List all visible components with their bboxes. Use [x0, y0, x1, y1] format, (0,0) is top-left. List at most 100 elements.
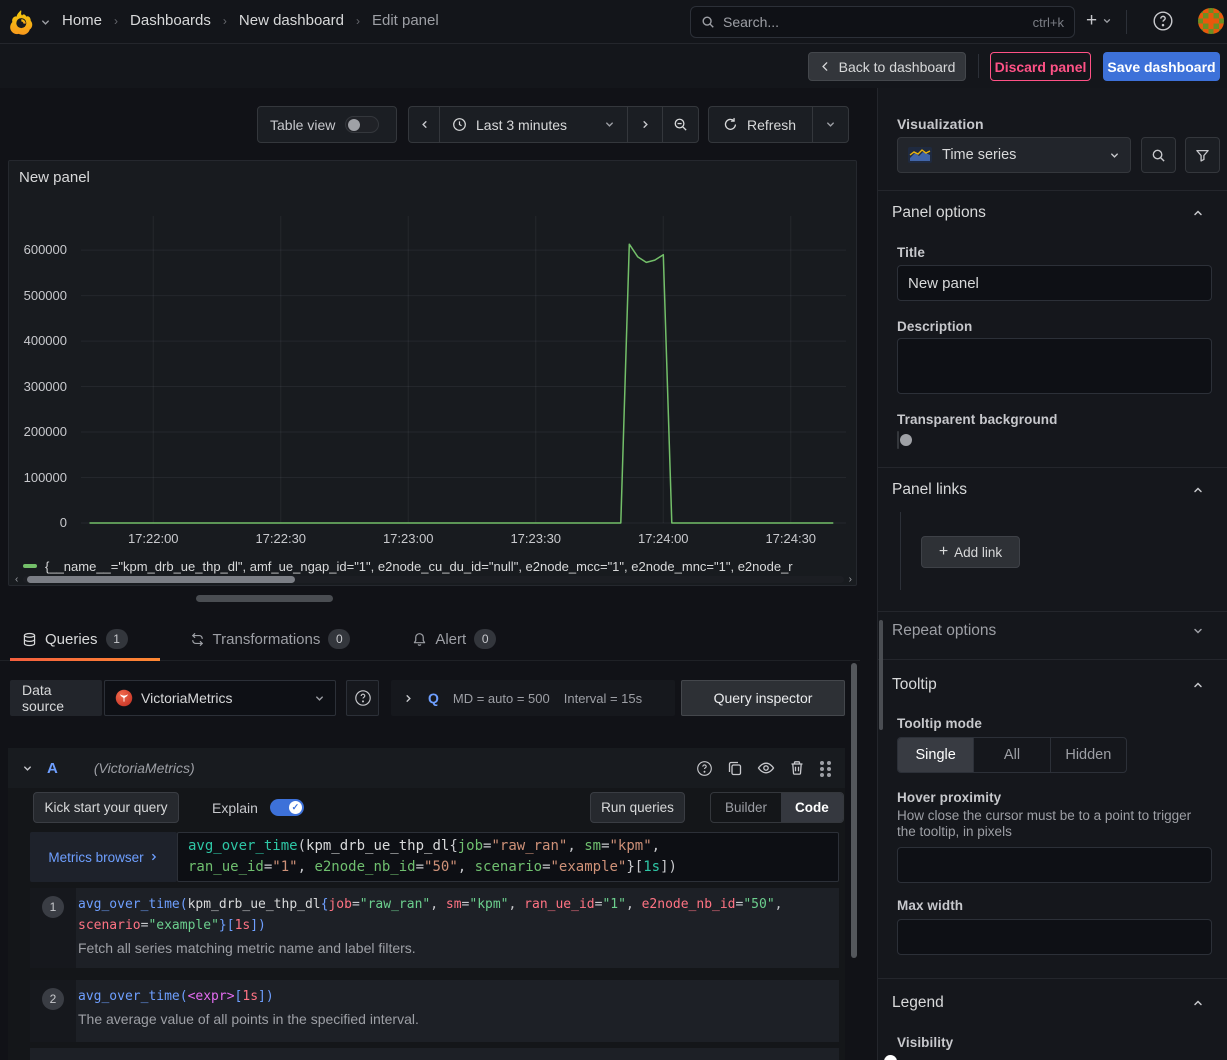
- run-queries-button[interactable]: Run queries: [590, 792, 685, 823]
- builder-option[interactable]: Builder: [711, 793, 781, 822]
- tab-transformations[interactable]: Transformations 0: [178, 618, 363, 660]
- save-dashboard-button[interactable]: Save dashboard: [1103, 52, 1220, 81]
- trash-icon[interactable]: [789, 760, 805, 776]
- time-shift-back-button[interactable]: [408, 106, 439, 143]
- panel-links-header[interactable]: Panel links: [892, 481, 967, 499]
- chevron-down-icon[interactable]: [40, 17, 51, 28]
- plus-icon: +: [939, 545, 948, 559]
- clock-icon: [452, 117, 467, 132]
- tooltip-header[interactable]: Tooltip: [892, 676, 937, 694]
- query-ref-id[interactable]: A: [47, 760, 58, 777]
- search-input[interactable]: [723, 14, 1025, 30]
- breadcrumb-edit-panel: Edit panel: [372, 12, 439, 29]
- editor-tabs: Queries 1 Transformations 0 Alert 0: [0, 618, 860, 661]
- refresh-interval-dropdown[interactable]: [812, 106, 849, 143]
- query-help-icon[interactable]: [696, 760, 713, 777]
- avatar[interactable]: [1198, 8, 1224, 34]
- scroll-right-icon[interactable]: ›: [849, 574, 852, 585]
- legend-header[interactable]: Legend: [892, 994, 944, 1012]
- scrollbar-thumb[interactable]: [879, 620, 883, 730]
- next-row-partial: [30, 1048, 839, 1060]
- title-label: Title: [897, 245, 925, 260]
- tooltip-mode-hidden[interactable]: Hidden: [1051, 738, 1126, 772]
- panel-preview[interactable]: New panel 010000020000030000040000050000…: [8, 160, 857, 586]
- query-row-header[interactable]: A (VictoriaMetrics): [8, 748, 845, 788]
- search-options-button[interactable]: [1141, 137, 1176, 173]
- visualization-picker[interactable]: Time series: [897, 137, 1131, 173]
- panel-description-input[interactable]: [897, 338, 1212, 394]
- chevron-up-icon[interactable]: [1192, 207, 1204, 219]
- legend-scrollbar[interactable]: ‹ ›: [15, 575, 852, 584]
- top-nav: Home › Dashboards › New dashboard › Edit…: [0, 0, 1227, 44]
- eye-icon[interactable]: [757, 759, 775, 777]
- grafana-logo-icon[interactable]: [8, 9, 34, 35]
- query-inspector-button[interactable]: Query inspector: [681, 680, 845, 716]
- discard-panel-button[interactable]: Discard panel: [990, 52, 1091, 81]
- back-to-dashboard-button[interactable]: Back to dashboard: [808, 52, 966, 81]
- scroll-left-icon[interactable]: ‹: [15, 574, 18, 585]
- chevron-right-icon: [403, 693, 414, 704]
- tab-transformations-count: 0: [328, 629, 350, 649]
- chevron-up-icon[interactable]: [1192, 484, 1204, 496]
- table-view-toggle[interactable]: [345, 116, 379, 133]
- chevron-down-icon[interactable]: [22, 763, 33, 774]
- metrics-browser-button[interactable]: Metrics browser: [30, 832, 177, 882]
- time-shift-forward-button[interactable]: [627, 106, 662, 143]
- panel-options-header[interactable]: Panel options: [892, 204, 986, 222]
- tab-queries[interactable]: Queries 1: [10, 618, 140, 660]
- datasource-picker[interactable]: VictoriaMetrics: [104, 680, 336, 716]
- chevron-down-icon[interactable]: [1192, 625, 1204, 637]
- tooltip-mode-single[interactable]: Single: [898, 738, 974, 772]
- hover-proximity-description: How close the cursor must be to a point …: [897, 808, 1209, 840]
- tab-transformations-label: Transformations: [213, 631, 321, 648]
- time-series-chart[interactable]: [81, 216, 846, 523]
- run-queries-label: Run queries: [601, 800, 674, 815]
- pane-resize-handle[interactable]: [196, 595, 333, 602]
- transparent-background-toggle[interactable]: [897, 431, 899, 449]
- drag-handle-icon[interactable]: [819, 760, 831, 777]
- victoriametrics-logo-icon: [115, 689, 133, 707]
- tab-queries-label: Queries: [45, 631, 98, 648]
- chevron-up-icon[interactable]: [1192, 997, 1204, 1009]
- duplicate-query-icon[interactable]: [727, 760, 743, 776]
- divider: [878, 978, 1227, 979]
- zoom-out-icon[interactable]: [662, 106, 699, 143]
- explain-code-line: avg_over_time(kpm_drb_ue_thp_dl{job="raw…: [78, 894, 829, 915]
- max-width-input[interactable]: [897, 919, 1212, 955]
- explain-toggle[interactable]: [270, 799, 304, 816]
- breadcrumb-home[interactable]: Home: [62, 12, 102, 29]
- y-axis-labels: 0100000200000300000400000500000600000: [9, 216, 71, 523]
- hover-proximity-label: Hover proximity: [897, 790, 1001, 805]
- add-menu-button[interactable]: +: [1086, 11, 1112, 30]
- panel-title-input[interactable]: [897, 265, 1212, 301]
- query-code-editor[interactable]: avg_over_time(kpm_drb_ue_thp_dl{job="raw…: [177, 832, 839, 882]
- filter-icon[interactable]: [1185, 137, 1220, 173]
- table-view-label: Table view: [270, 117, 335, 133]
- scrollbar-thumb[interactable]: [851, 663, 857, 958]
- search-box[interactable]: ctrl+k: [690, 6, 1075, 38]
- y-tick-label: 500000: [5, 288, 67, 303]
- hover-proximity-input[interactable]: [897, 847, 1212, 883]
- repeat-options-header[interactable]: Repeat options: [892, 622, 996, 640]
- x-tick-label: 17:23:00: [368, 531, 448, 546]
- x-tick-label: 17:23:30: [496, 531, 576, 546]
- query-options-collapsed[interactable]: Q MD = auto = 500 Interval = 15s: [391, 680, 675, 716]
- tab-alert[interactable]: Alert 0: [400, 618, 508, 660]
- tooltip-mode-all[interactable]: All: [974, 738, 1050, 772]
- kick-start-query-button[interactable]: Kick start your query: [33, 792, 179, 823]
- code-option[interactable]: Code: [781, 793, 843, 822]
- breadcrumb-new-dashboard[interactable]: New dashboard: [239, 12, 344, 29]
- x-tick-label: 17:22:00: [113, 531, 193, 546]
- add-link-button[interactable]: + Add link: [921, 536, 1020, 568]
- series-color-swatch[interactable]: [23, 564, 37, 568]
- datasource-help-icon[interactable]: [346, 680, 379, 716]
- chevron-up-icon[interactable]: [1192, 679, 1204, 691]
- refresh-button[interactable]: Refresh: [708, 106, 812, 143]
- time-range-picker[interactable]: Last 3 minutes: [439, 106, 627, 143]
- scrollbar-thumb[interactable]: [27, 576, 295, 583]
- help-icon[interactable]: [1152, 10, 1174, 32]
- y-tick-label: 300000: [5, 379, 67, 394]
- chevron-down-icon: [314, 693, 325, 704]
- series-legend-label[interactable]: {__name__="kpm_drb_ue_thp_dl", amf_ue_ng…: [45, 559, 793, 574]
- breadcrumb-dashboards[interactable]: Dashboards: [130, 12, 211, 29]
